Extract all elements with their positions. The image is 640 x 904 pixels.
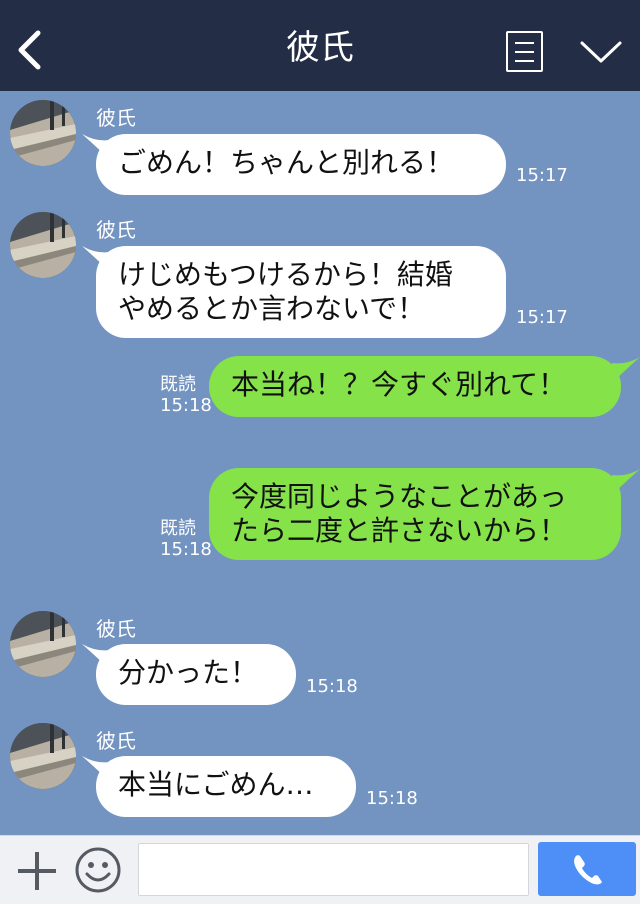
message-bubble[interactable]: 本当ね！？今すぐ別れて！ [209,356,621,417]
message-bubble[interactable]: 本当にごめん… [96,756,356,817]
sender-name: 彼氏 [96,218,136,242]
chat-header: 彼氏 [0,0,640,91]
avatar[interactable] [10,723,76,789]
message-bubble[interactable]: 今度同じようなことがあっ たら二度と許さないから！ [209,468,621,560]
message-time: 15:18 [160,395,212,416]
bubble-tail [610,357,640,385]
message-list[interactable]: 彼氏 ごめん！ちゃんと別れる！ 15:17 彼氏 けじめもつけるから！結婚 やめ… [0,91,640,835]
call-button[interactable] [538,842,636,896]
message-time: 15:18 [366,788,418,809]
sender-name: 彼氏 [96,729,136,753]
read-receipt: 既読 15:18 [160,374,212,416]
read-label: 既読 [160,374,196,395]
plus-icon[interactable] [16,850,58,892]
sender-name: 彼氏 [96,617,136,641]
phone-icon [574,855,602,885]
avatar[interactable] [10,611,76,677]
avatar[interactable] [10,100,76,166]
message-bubble[interactable]: ごめん！ちゃんと別れる！ [96,134,506,195]
menu-icon[interactable] [506,31,543,72]
chevron-down-icon[interactable] [578,37,624,67]
avatar[interactable] [10,212,76,278]
message-time: 15:17 [516,165,568,186]
message-time: 15:18 [306,676,358,697]
read-receipt: 既読 15:18 [160,518,212,560]
message-bubble[interactable]: けじめもつけるから！結婚 やめるとか言わないで！ [96,246,506,338]
sender-name: 彼氏 [96,106,136,130]
message-bubble[interactable]: 分かった！ [96,644,296,705]
bubble-tail [610,469,640,497]
message-time: 15:18 [160,539,212,560]
input-bar [0,835,640,904]
message-input[interactable] [138,843,529,896]
read-label: 既読 [160,518,196,539]
smiley-icon[interactable] [74,846,122,894]
message-time: 15:17 [516,307,568,328]
chat-title: 彼氏 [286,28,354,68]
